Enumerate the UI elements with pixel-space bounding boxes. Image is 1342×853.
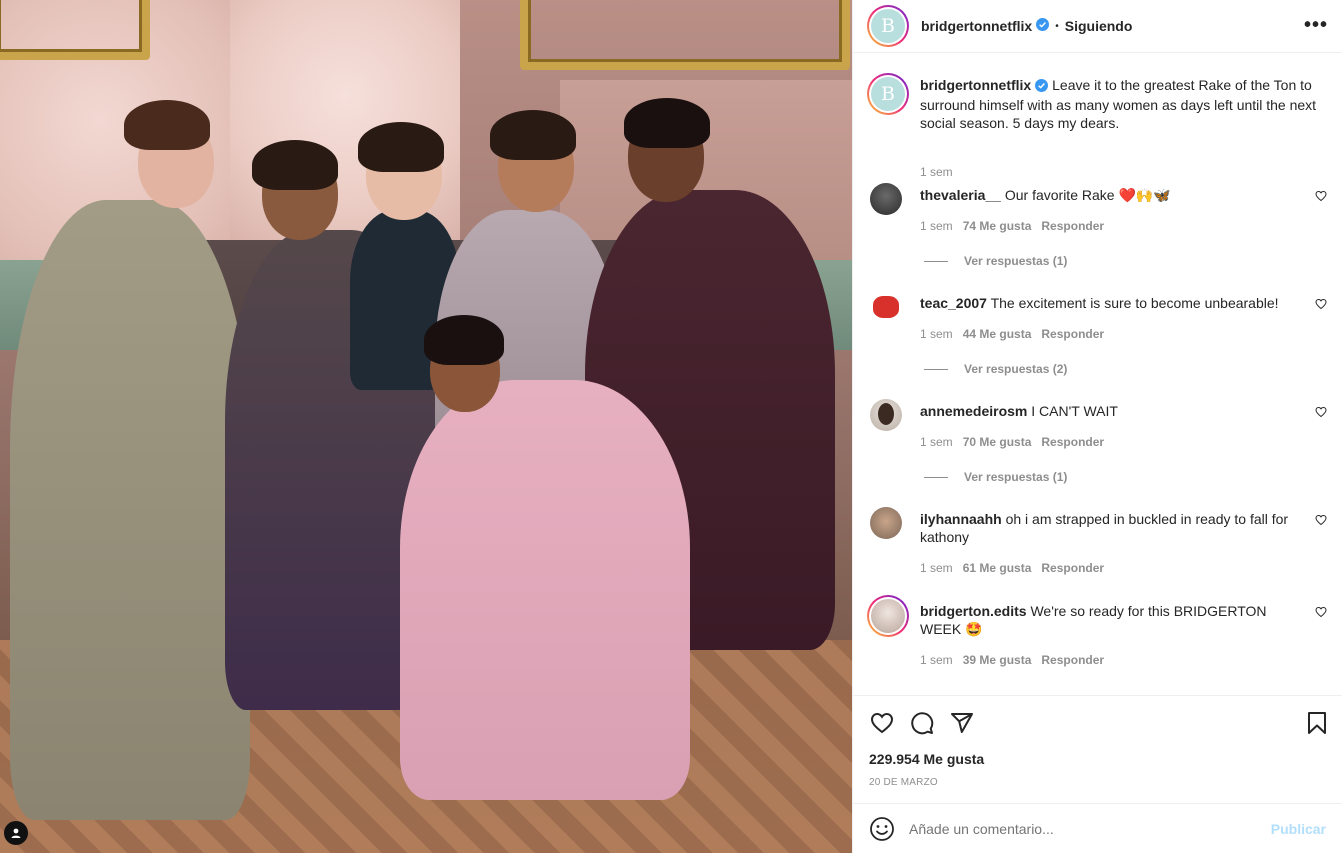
commenter-avatar[interactable] xyxy=(867,595,909,637)
comment-heart-icon[interactable] xyxy=(1315,513,1327,529)
photo-gilded-frame-right xyxy=(520,0,850,70)
commenter-avatar[interactable] xyxy=(870,399,902,431)
comment-heart-icon[interactable] xyxy=(1315,297,1327,313)
comment-meta: 1 sem 74 Me gusta Responder xyxy=(920,219,1114,233)
view-replies-button[interactable]: Ver respuestas (1) xyxy=(924,254,1067,268)
caption-text-block: bridgertonnetflix Leave it to the greate… xyxy=(920,76,1320,132)
comment-time: 1 sem xyxy=(920,653,953,667)
comments-list[interactable]: B bridgertonnetflix Leave it to the grea… xyxy=(853,53,1342,695)
comment-time: 1 sem xyxy=(920,435,953,449)
comment-icon[interactable] xyxy=(909,710,935,736)
comment-likes[interactable]: 70 Me gusta xyxy=(963,435,1032,449)
comment-username[interactable]: teac_2007 xyxy=(920,295,987,311)
comment-text-block: ilyhannaahh oh i am strapped in buckled … xyxy=(920,510,1295,546)
commenter-avatar[interactable] xyxy=(870,183,902,215)
photo-figure-1-dress xyxy=(10,200,250,820)
comment-username[interactable]: thevaleria__ xyxy=(920,187,1001,203)
post-date: 20 DE MARZO xyxy=(869,777,938,788)
comment-heart-icon[interactable] xyxy=(1315,405,1327,421)
commenter-avatar[interactable] xyxy=(870,507,902,539)
comment-text: The excitement is sure to become unbeara… xyxy=(990,295,1279,311)
post-sidebar: B bridgertonnetflix • Siguiendo ••• B br… xyxy=(852,0,1342,853)
header-separator: • xyxy=(1055,20,1059,32)
post-header: B bridgertonnetflix • Siguiendo ••• xyxy=(853,0,1342,53)
post-actions: 229.954 Me gusta 20 DE MARZO xyxy=(853,695,1342,803)
comment-input[interactable] xyxy=(909,820,1271,837)
view-replies-label: Ver respuestas (1) xyxy=(964,254,1068,268)
verified-badge-icon xyxy=(1035,78,1049,96)
caption-author-avatar[interactable]: B xyxy=(867,73,909,115)
comment-likes[interactable]: 74 Me gusta xyxy=(963,219,1032,233)
author-username[interactable]: bridgertonnetflix xyxy=(921,18,1032,34)
author-avatar-logo: B xyxy=(871,9,905,43)
photo-figure-4-hair xyxy=(490,110,576,160)
comment-time: 1 sem xyxy=(920,327,953,341)
comment-meta: 1 sem 61 Me gusta Responder xyxy=(920,561,1114,575)
view-replies-button[interactable]: Ver respuestas (1) xyxy=(924,470,1067,484)
comment-heart-icon[interactable] xyxy=(1315,189,1327,205)
publish-button[interactable]: Publicar xyxy=(1271,821,1326,837)
view-replies-button[interactable]: Ver respuestas (2) xyxy=(924,362,1067,376)
caption-author-avatar-logo: B xyxy=(871,77,905,111)
comment-text-block: annemedeirosm I CAN'T WAIT xyxy=(920,402,1295,420)
more-options-icon[interactable]: ••• xyxy=(1304,14,1328,37)
add-comment-bar: Publicar xyxy=(853,803,1342,853)
reply-button[interactable]: Responder xyxy=(1041,561,1104,575)
comment-likes[interactable]: 61 Me gusta xyxy=(963,561,1032,575)
comment-meta: 1 sem 39 Me gusta Responder xyxy=(920,653,1114,667)
paper-plane-icon[interactable] xyxy=(949,710,975,736)
reply-button[interactable]: Responder xyxy=(1041,653,1104,667)
reply-button[interactable]: Responder xyxy=(1041,327,1104,341)
smiley-icon[interactable] xyxy=(869,816,895,842)
comment-text-block: thevaleria__ Our favorite Rake ❤️🙌🦋 xyxy=(920,186,1295,204)
comment-meta: 1 sem 44 Me gusta Responder xyxy=(920,327,1114,341)
comment-likes[interactable]: 44 Me gusta xyxy=(963,327,1032,341)
comment-text: Our favorite Rake ❤️🙌🦋 xyxy=(1004,187,1171,203)
view-replies-label: Ver respuestas (1) xyxy=(964,470,1068,484)
comment-username[interactable]: annemedeirosm xyxy=(920,403,1027,419)
bookmark-icon[interactable] xyxy=(1304,710,1330,736)
photo-figure-3-hair xyxy=(358,122,444,172)
comment-time: 1 sem xyxy=(920,219,953,233)
commenter-avatar[interactable] xyxy=(870,291,902,323)
comment-time: 1 sem xyxy=(920,561,953,575)
photo-figure-2-hair xyxy=(252,140,338,190)
reply-button[interactable]: Responder xyxy=(1041,435,1104,449)
user-tag-icon[interactable] xyxy=(4,821,28,845)
view-replies-label: Ver respuestas (2) xyxy=(964,362,1068,376)
heart-icon[interactable] xyxy=(869,710,895,736)
photo-figure-6-dress xyxy=(400,380,690,800)
photo-figure-5-hair xyxy=(624,98,710,148)
post-photo[interactable] xyxy=(0,0,852,853)
comment-text-block: teac_2007 The excitement is sure to beco… xyxy=(920,294,1295,312)
verified-badge-icon xyxy=(1036,18,1050,34)
follow-button[interactable]: Siguiendo xyxy=(1065,18,1133,34)
photo-figure-6-hair xyxy=(424,315,504,365)
comment-likes[interactable]: 39 Me gusta xyxy=(963,653,1032,667)
photo-gilded-frame-left xyxy=(0,0,150,60)
comment-text: I CAN'T WAIT xyxy=(1031,403,1118,419)
comment-text-block: bridgerton.edits We're so ready for this… xyxy=(920,602,1295,638)
comment-heart-icon[interactable] xyxy=(1315,605,1327,621)
comment-username[interactable]: bridgerton.edits xyxy=(920,603,1027,619)
reply-button[interactable]: Responder xyxy=(1041,219,1104,233)
photo-figure-1-hair xyxy=(124,100,210,150)
replies-divider xyxy=(924,476,948,478)
caption-time: 1 sem xyxy=(920,165,953,179)
author-avatar[interactable]: B xyxy=(867,5,909,47)
comment-username[interactable]: ilyhannaahh xyxy=(920,511,1002,527)
caption-username[interactable]: bridgertonnetflix xyxy=(920,77,1031,93)
replies-divider xyxy=(924,260,948,262)
replies-divider xyxy=(924,368,948,370)
comment-meta: 1 sem 70 Me gusta Responder xyxy=(920,435,1114,449)
likes-count[interactable]: 229.954 Me gusta xyxy=(869,751,984,767)
